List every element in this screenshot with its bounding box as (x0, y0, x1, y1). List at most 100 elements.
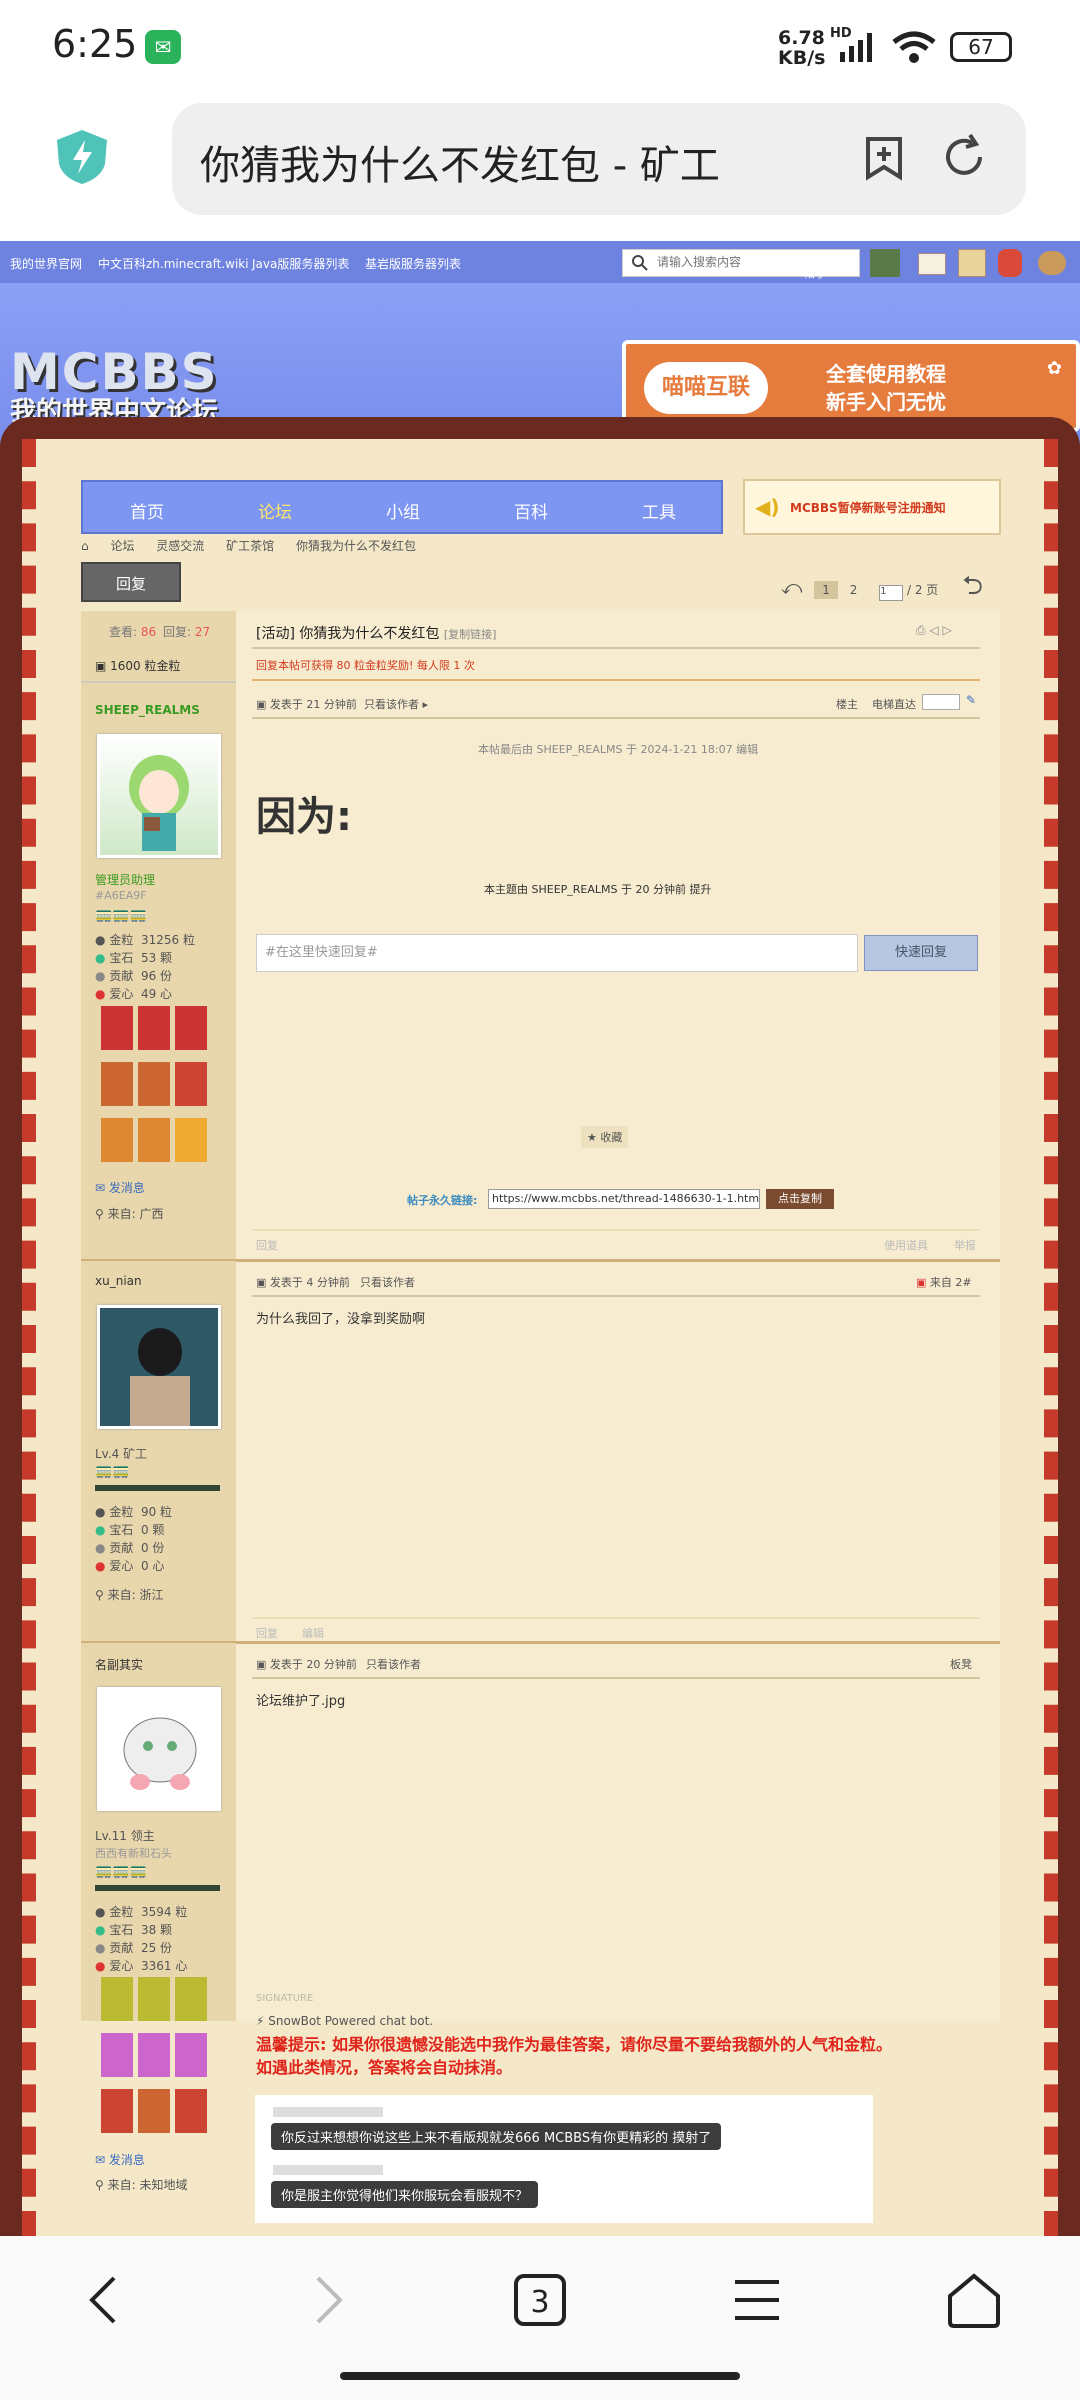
avatar[interactable] (97, 1687, 221, 1811)
author-sidebar: 查看: 86 回复: 27 ▣ 1600 粒金粒 SHEEP_REALMS 管理… (81, 611, 236, 2192)
post-time: ▣ 发表于 4 分钟前 (256, 1276, 350, 1289)
home-icon[interactable]: ⌂ (81, 539, 89, 553)
minecart-icon: 🚃🚃🚃 (95, 907, 148, 923)
breadcrumb-item[interactable]: 论坛 (110, 539, 134, 553)
chat-bubble: 你是服主你觉得他们来你服玩会看服规不？ (271, 2181, 539, 2208)
contribution-icon: ● (95, 1541, 106, 1555)
copy-link[interactable]: [复制链接] (444, 628, 497, 641)
nav-forum[interactable]: 论坛 (211, 498, 339, 523)
reward-amount: ▣ 1600 粒金粒 (95, 659, 181, 673)
nav-wiki[interactable]: 百科 (467, 498, 595, 523)
gesture-bar[interactable] (340, 2372, 740, 2380)
contribution-icon: ● (95, 1941, 106, 1955)
author-name[interactable]: SHEEP_REALMS (95, 703, 200, 717)
cookie-icon[interactable] (1038, 251, 1066, 275)
reply-link[interactable]: 回复 (256, 1237, 278, 1253)
breadcrumb-item[interactable]: 矿工茶馆 (226, 539, 274, 553)
bookmark-add-icon[interactable] (862, 135, 906, 181)
wechat-icon: ✉ (145, 30, 181, 64)
back-icon[interactable] (76, 2270, 136, 2330)
breadcrumb-item[interactable]: 灵感交流 (156, 539, 204, 553)
battery-icon: 67 (950, 32, 1012, 62)
report-link[interactable]: 举报 (954, 1237, 976, 1253)
gold-icon: ● (95, 1505, 106, 1519)
reward-notice: 回复本帖可获得 80 粒金粒奖励! 每人限 1 次 (256, 659, 475, 672)
heart-icon: ● (95, 1559, 106, 1573)
gem-icon: ● (95, 1523, 106, 1537)
nav-groups[interactable]: 小组 (339, 498, 467, 523)
medal-icon[interactable] (175, 1062, 207, 1106)
medal-icon[interactable] (101, 1006, 133, 1050)
medal-icon[interactable] (101, 1062, 133, 1106)
medal-icon[interactable] (138, 1006, 170, 1050)
home-icon[interactable] (944, 2270, 1004, 2330)
floor-jump-input[interactable] (922, 694, 960, 710)
author-name[interactable]: 名副其实 (95, 1656, 143, 1673)
url-title[interactable]: 你猜我为什么不发红包 - 矿工 (200, 133, 790, 191)
send-message-link[interactable]: ✉ 发消息 (95, 2151, 145, 2168)
level-progress (95, 1885, 220, 1891)
medal-icon[interactable] (175, 1118, 207, 1162)
back-icon[interactable]: ⤺ (781, 575, 802, 599)
permalink-field[interactable]: https://www.mcbbs.net/thread-1486630-1-1… (488, 1189, 760, 1209)
pagination: ⤺ 1 2 1 / 2 页 ⮌ (781, 567, 983, 611)
medal-icon[interactable] (175, 2089, 207, 2133)
signature-label: SIGNATURE (256, 1993, 314, 2004)
pen-icon[interactable]: ✎ (966, 693, 976, 707)
medal-icon[interactable] (138, 1118, 170, 1162)
medal-icon[interactable] (101, 1118, 133, 1162)
forward-icon[interactable] (296, 2270, 356, 2330)
use-item-link[interactable]: 使用道具 (884, 1237, 928, 1253)
post-body: 因为: (256, 794, 352, 840)
signature-warning: 如遇此类情况，答案将会自动抹消。 (256, 2058, 513, 2077)
favorite-button[interactable]: ★ 收藏 (581, 1126, 629, 1148)
medal-icon[interactable] (175, 1977, 207, 2021)
top-link[interactable]: 我的世界官网 (10, 255, 82, 272)
author-name[interactable]: xu_nian (95, 1274, 142, 1288)
medal-icon[interactable] (101, 2033, 133, 2077)
registration-notice[interactable]: ◀) MCBBS暂停新账号注册通知 (743, 479, 1001, 535)
nav-home[interactable]: 首页 (83, 498, 211, 523)
tabs-icon[interactable]: 3 (510, 2270, 570, 2330)
medal-icon[interactable] (101, 1977, 133, 2021)
medal-icon[interactable] (138, 1062, 170, 1106)
breadcrumb-item: 你猜我为什么不发红包 (295, 539, 416, 553)
only-author-link[interactable]: 只看该作者 ▸ (364, 696, 428, 712)
send-message-link[interactable]: ✉ 发消息 (95, 1179, 145, 1196)
page-link[interactable]: 2 (850, 583, 858, 597)
medal-icon[interactable] (101, 2089, 133, 2133)
menu-icon[interactable] (727, 2270, 787, 2330)
elevator-label: 电梯直达 (872, 698, 916, 711)
avatar[interactable] (97, 1305, 221, 1429)
reload-icon[interactable] (940, 133, 988, 181)
net-speed: 6.78 KB/s (778, 27, 826, 69)
only-author-link[interactable]: 只看该作者 (366, 1656, 421, 1672)
medal-icon[interactable] (175, 1006, 207, 1050)
breadcrumb: ⌂ 论坛 灵感交流 矿工茶馆 你猜我为什么不发红包 (81, 537, 416, 554)
medal-icon[interactable] (138, 1977, 170, 2021)
medal-icon[interactable] (138, 2033, 170, 2077)
quick-reply-button[interactable]: 快速回复 (864, 935, 978, 971)
return-icon[interactable]: ⮌ (962, 571, 983, 601)
floor-label: 板凳 (950, 1658, 972, 1671)
signature-line: ⚡ SnowBot Powered chat bot. (256, 2014, 434, 2028)
avatar[interactable] (97, 734, 221, 858)
print-icon[interactable]: ⎙ ◁ ▷ (916, 623, 952, 638)
only-author-link[interactable]: 只看该作者 (360, 1274, 415, 1290)
chat-bubble: 你反过来想想你说这些上来不看版规就发666 MCBBS有你更精彩的 摸射了 (271, 2123, 722, 2150)
medal-icon[interactable] (138, 2089, 170, 2133)
post-time: ▣ 发表于 20 分钟前 (256, 1658, 357, 1671)
contribution-icon: ● (95, 969, 106, 983)
reply-link[interactable]: 回复 (256, 1625, 278, 1641)
quick-reply-input[interactable]: #在这里快速回复# (256, 934, 858, 972)
medal-icon[interactable] (175, 2033, 207, 2077)
edit-link[interactable]: 编辑 (302, 1625, 324, 1641)
shield-icon[interactable] (55, 128, 109, 186)
copy-permalink-button[interactable]: 点击复制 (766, 1189, 834, 1209)
gem-icon: ● (95, 951, 106, 965)
potion-icon[interactable] (998, 249, 1022, 277)
nav-tools[interactable]: 工具 (595, 498, 723, 523)
reply-button[interactable]: 回复 (81, 562, 181, 602)
notice-text[interactable]: MCBBS暂停新账号注册通知 (790, 499, 946, 516)
page-input[interactable]: 1 (879, 585, 904, 601)
